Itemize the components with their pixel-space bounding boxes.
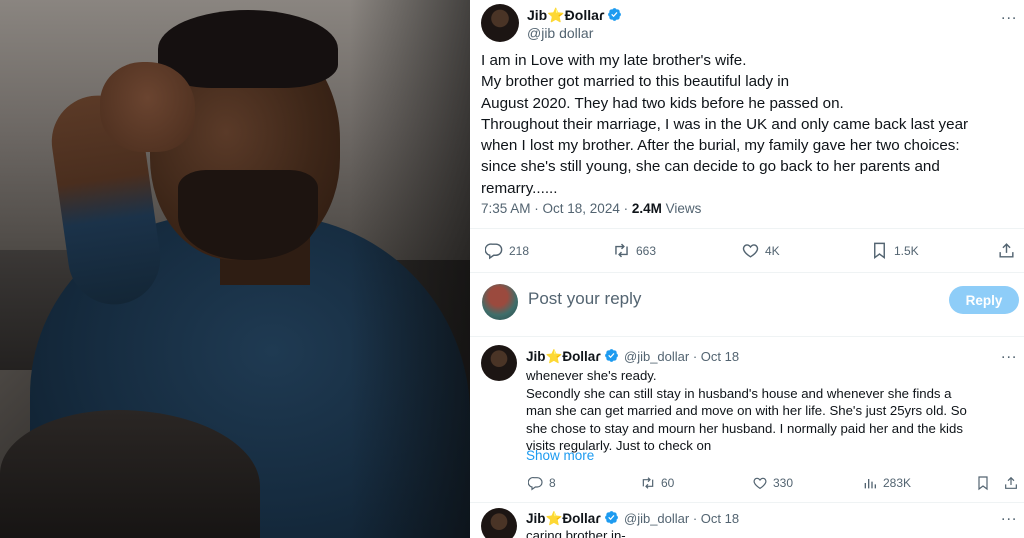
share-icon (999, 243, 1014, 258)
tweet-line: My brother got married to this beautiful… (481, 73, 790, 91)
tweet-line: Throughout their marriage, I was in the … (481, 115, 969, 133)
reply-author-name[interactable]: Jib⭐Ðollaɾ (526, 510, 619, 527)
tweet-text: I am in Love with my late brother's wife… (481, 50, 1016, 199)
reply-author-handle[interactable]: @jib_dollar · Oct 18 (624, 511, 739, 526)
analytics-icon (864, 479, 876, 489)
reply-line: man she can get married and move on with… (526, 403, 967, 419)
photo-shadow (350, 0, 470, 538)
views-action[interactable]: 283K (862, 475, 911, 491)
reply-button[interactable]: Reply (949, 286, 1019, 314)
tweet-line: since she's still young, she can decide … (481, 158, 940, 176)
reply-action[interactable]: 8 (528, 475, 556, 491)
bookmark-action[interactable] (975, 475, 996, 491)
tweet-line: August 2020. They had two kids before he… (481, 94, 844, 112)
show-more-link[interactable]: Show more (526, 448, 594, 463)
repost-action[interactable]: 663 (612, 241, 656, 260)
verified-badge-icon (608, 8, 622, 21)
divider (470, 336, 1024, 337)
more-options-icon[interactable]: ... (1001, 6, 1017, 24)
more-options-icon[interactable]: ... (1001, 345, 1017, 363)
bookmark-action[interactable]: 1.5K (870, 241, 919, 260)
verified-badge-icon (604, 349, 618, 362)
reply-line: caring brother in- (526, 528, 626, 538)
author-name[interactable]: Jib⭐Ðollaɾ (527, 7, 622, 24)
views-count: 2.4M (631, 201, 662, 216)
reply-author-avatar[interactable] (481, 345, 517, 381)
more-options-icon[interactable]: ... (1001, 507, 1017, 525)
reply-input[interactable]: Post your reply (528, 289, 641, 309)
tweet-panel: Jib⭐Ðollaɾ @jib dollar ... I am in Love … (470, 0, 1024, 538)
tweet-line: remarry...... (481, 179, 558, 197)
repost-icon (642, 477, 654, 489)
tweet-photo (0, 0, 470, 538)
author-handle[interactable]: @jib dollar (527, 25, 593, 41)
tweet-timestamp[interactable]: 7:35 AM · Oct 18, 2024 · 2.4M Views (481, 201, 701, 216)
reply-icon (528, 477, 543, 491)
reply-author-handle[interactable]: @jib_dollar · Oct 18 (624, 349, 739, 364)
bookmark-icon (978, 476, 988, 491)
photo-hand (100, 62, 195, 152)
photo-beard (178, 170, 318, 260)
user-avatar[interactable] (482, 284, 518, 320)
reply-author-avatar[interactable] (481, 508, 517, 538)
verified-badge-icon (604, 511, 618, 524)
reply-line: Secondly she can still stay in husband's… (526, 385, 952, 401)
share-action[interactable] (997, 241, 1021, 260)
like-action[interactable]: 4K (741, 241, 780, 260)
reply-icon (485, 243, 503, 260)
author-avatar[interactable] (481, 4, 519, 42)
repost-action[interactable]: 60 (640, 475, 674, 491)
photo-hair (158, 10, 338, 88)
tweet-line: when I lost my brother. After the burial… (481, 137, 960, 155)
reply-text: whenever she's ready. Secondly she can s… (526, 367, 1022, 455)
divider (470, 502, 1024, 503)
reply-author-name[interactable]: Jib⭐Ðollaɾ (526, 348, 619, 365)
heart-icon (742, 244, 759, 258)
repost-icon (615, 243, 628, 258)
reply-line: whenever she's ready. (526, 368, 657, 383)
share-action[interactable] (1003, 475, 1024, 491)
divider (470, 272, 1024, 273)
reply-action[interactable]: 218 (485, 241, 529, 260)
bookmark-icon (874, 242, 885, 260)
reply-line: visits regularly. Just to check on (526, 438, 712, 454)
heart-icon (753, 477, 767, 490)
share-icon (1005, 476, 1017, 489)
reply-line: she chose to stay and mourn her husband.… (526, 420, 963, 436)
divider (470, 228, 1024, 229)
tweet-line: I am in Love with my late brother's wife… (481, 52, 747, 69)
like-action[interactable]: 330 (752, 475, 793, 491)
